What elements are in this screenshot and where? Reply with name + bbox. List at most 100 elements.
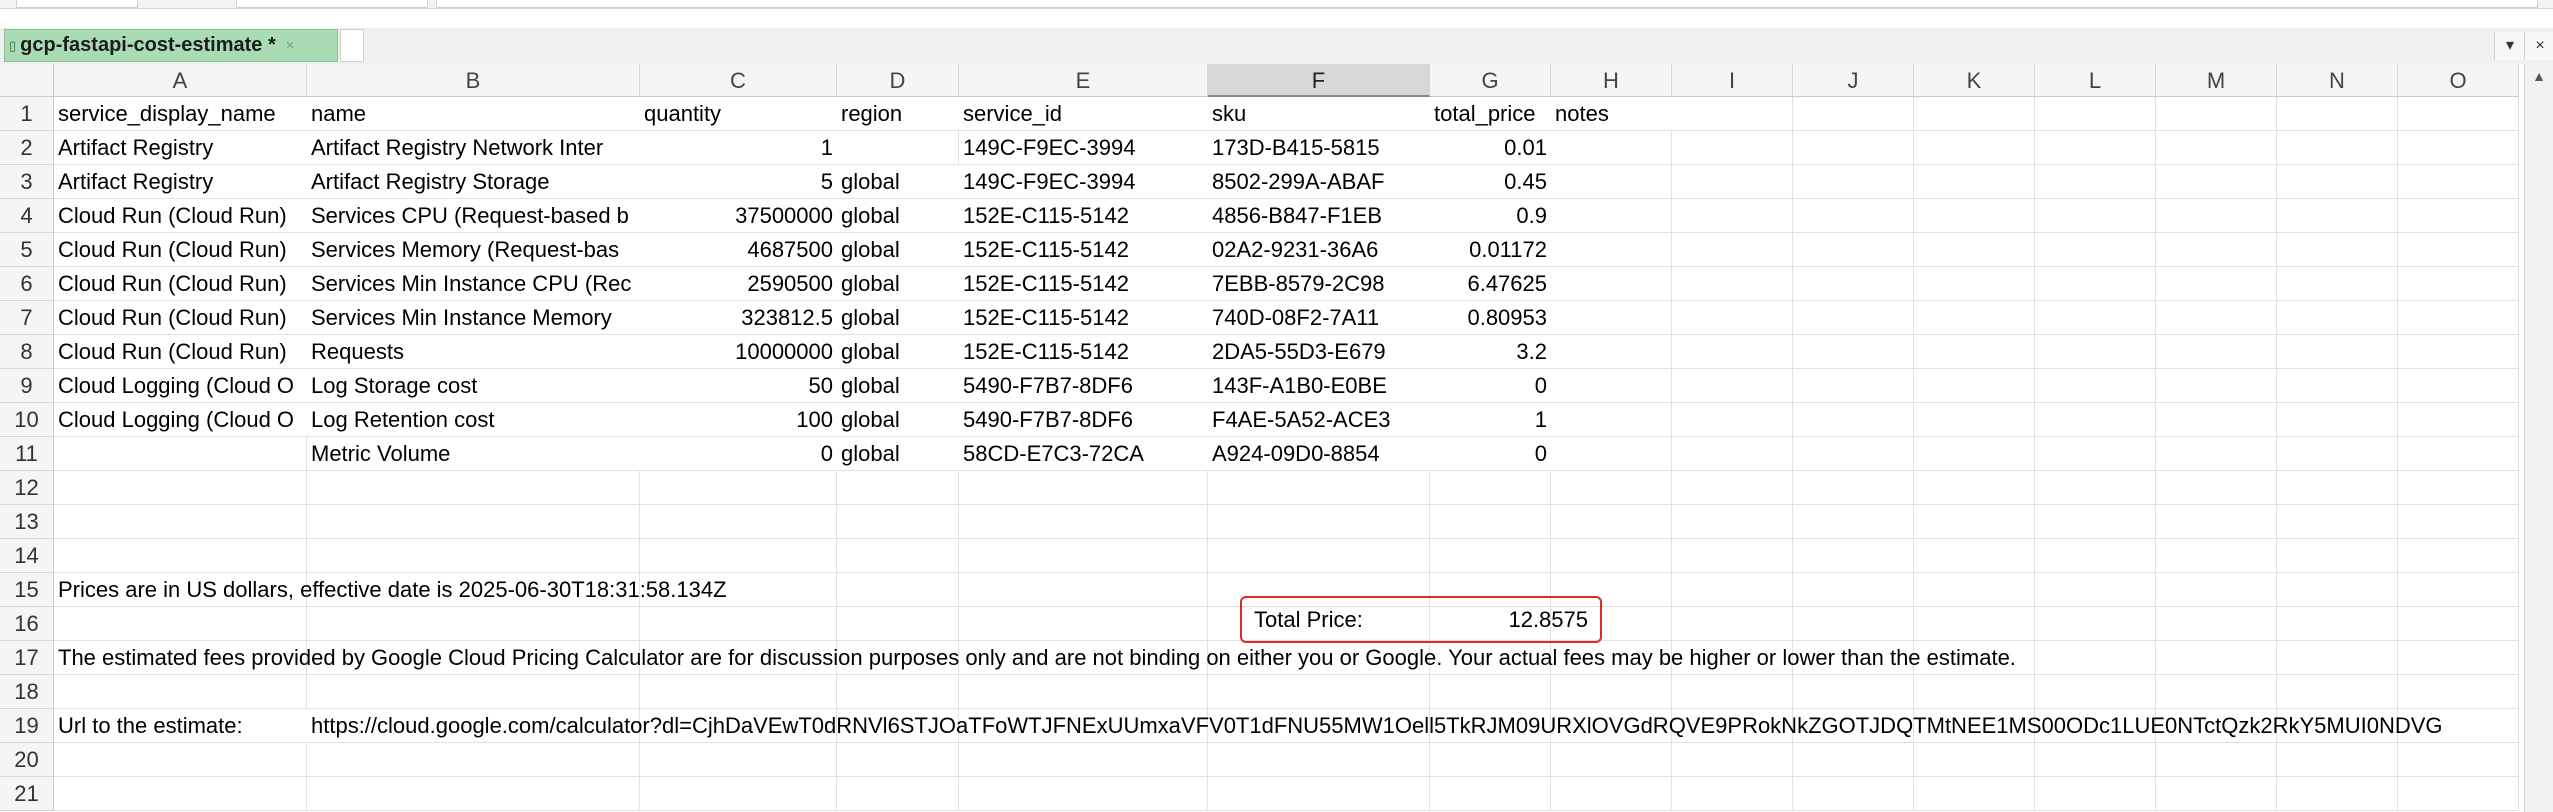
cell[interactable] [2156,267,2277,301]
cell[interactable] [1793,335,1914,369]
row-header-1[interactable]: 1 [0,97,54,131]
table-cell[interactable]: 5 [640,165,837,198]
table-cell[interactable]: 740D-08F2-7A11 [1208,301,1430,334]
column-header-O[interactable]: O [2398,64,2519,97]
cell[interactable] [1914,233,2035,267]
column-header-D[interactable]: D [837,64,959,97]
cell[interactable] [2156,335,2277,369]
cell[interactable] [2156,131,2277,165]
cell[interactable] [2156,471,2277,505]
row-header-3[interactable]: 3 [0,165,54,199]
table-cell[interactable]: 149C-F9EC-3994 [959,165,1208,198]
table-cell[interactable]: global [837,165,959,198]
sheet-tab-gcp-fastapi-cost-estimate[interactable]: ▯ gcp-fastapi-cost-estimate * × [4,29,338,62]
cell[interactable] [640,675,837,709]
column-title-notes[interactable]: notes [1551,97,1672,130]
row-header-10[interactable]: 10 [0,403,54,437]
cell[interactable] [2156,301,2277,335]
cell[interactable] [2398,777,2519,811]
cell[interactable] [2035,233,2156,267]
table-cell[interactable]: 152E-C115-5142 [959,267,1208,300]
new-tab-button[interactable] [340,29,364,62]
cell[interactable] [2035,267,2156,301]
row-header-16[interactable]: 16 [0,607,54,641]
table-cell[interactable]: Artifact Registry Network Inter [307,131,640,164]
cell[interactable] [1551,743,1672,777]
cell[interactable] [1551,301,1672,335]
cell[interactable] [1672,675,1793,709]
cell[interactable] [307,607,640,641]
cell[interactable] [2156,573,2277,607]
cell[interactable] [1914,335,2035,369]
row-header-17[interactable]: 17 [0,641,54,675]
cell[interactable] [1551,199,1672,233]
select-all-corner[interactable] [0,64,54,97]
row-header-9[interactable]: 9 [0,369,54,403]
column-header-G[interactable]: G [1430,64,1551,97]
cell[interactable] [837,505,959,539]
cell[interactable] [1430,505,1551,539]
cell[interactable] [640,777,837,811]
cell[interactable] [640,607,837,641]
cell[interactable] [2035,573,2156,607]
row-header-11[interactable]: 11 [0,437,54,471]
cell[interactable] [1793,97,1914,131]
tab-close-icon[interactable]: × [286,37,295,54]
table-cell[interactable]: 5490-F7B7-8DF6 [959,403,1208,436]
table-cell[interactable]: 4856-B847-F1EB [1208,199,1430,232]
table-cell[interactable]: 152E-C115-5142 [959,301,1208,334]
table-cell[interactable]: 0.45 [1430,165,1551,198]
cell[interactable] [1793,131,1914,165]
cell[interactable] [1793,743,1914,777]
cell[interactable] [1672,777,1793,811]
column-header-A[interactable]: A [54,64,307,97]
column-header-K[interactable]: K [1914,64,2035,97]
row-header-2[interactable]: 2 [0,131,54,165]
cell[interactable] [2277,641,2398,675]
cell[interactable] [2035,743,2156,777]
cell[interactable] [1551,675,1672,709]
cell[interactable] [1672,233,1793,267]
table-cell[interactable]: 152E-C115-5142 [959,199,1208,232]
cell[interactable] [1672,199,1793,233]
cell[interactable] [2035,199,2156,233]
table-cell[interactable]: F4AE-5A52-ACE3 [1208,403,1430,436]
cell[interactable] [959,573,1208,607]
cell[interactable] [1551,267,1672,301]
cell[interactable] [2398,743,2519,777]
row-header-18[interactable]: 18 [0,675,54,709]
cell[interactable] [837,471,959,505]
cell[interactable] [2035,97,2156,131]
cell[interactable] [2277,131,2398,165]
cell[interactable] [1672,369,1793,403]
cell[interactable] [2277,301,2398,335]
column-title-total-price[interactable]: total_price [1430,97,1551,130]
cell[interactable] [2035,165,2156,199]
table-cell[interactable]: 173D-B415-5815 [1208,131,1430,164]
cell[interactable] [2277,539,2398,573]
cell[interactable] [640,505,837,539]
table-cell[interactable]: 1 [640,131,837,164]
cell[interactable] [1914,573,2035,607]
table-cell[interactable]: A924-09D0-8854 [1208,437,1430,470]
scroll-up-icon[interactable]: ▲ [2525,68,2553,90]
cell[interactable] [1914,743,2035,777]
cell[interactable] [1551,505,1672,539]
cell[interactable] [2156,641,2277,675]
cell[interactable] [1672,539,1793,573]
cell[interactable] [1793,505,1914,539]
table-cell[interactable]: Cloud Run (Cloud Run) [54,233,307,266]
row-header-8[interactable]: 8 [0,335,54,369]
cell[interactable] [2277,369,2398,403]
cell[interactable] [1551,471,1672,505]
cell[interactable] [2277,437,2398,471]
cell[interactable] [54,505,307,539]
cell[interactable] [2156,97,2277,131]
table-cell[interactable]: 3.2 [1430,335,1551,368]
cell[interactable] [1551,437,1672,471]
row-header-5[interactable]: 5 [0,233,54,267]
cell[interactable] [1551,777,1672,811]
cell[interactable] [837,131,959,165]
table-cell[interactable]: 143F-A1B0-E0BE [1208,369,1430,402]
table-cell[interactable]: Artifact Registry Storage [307,165,640,198]
